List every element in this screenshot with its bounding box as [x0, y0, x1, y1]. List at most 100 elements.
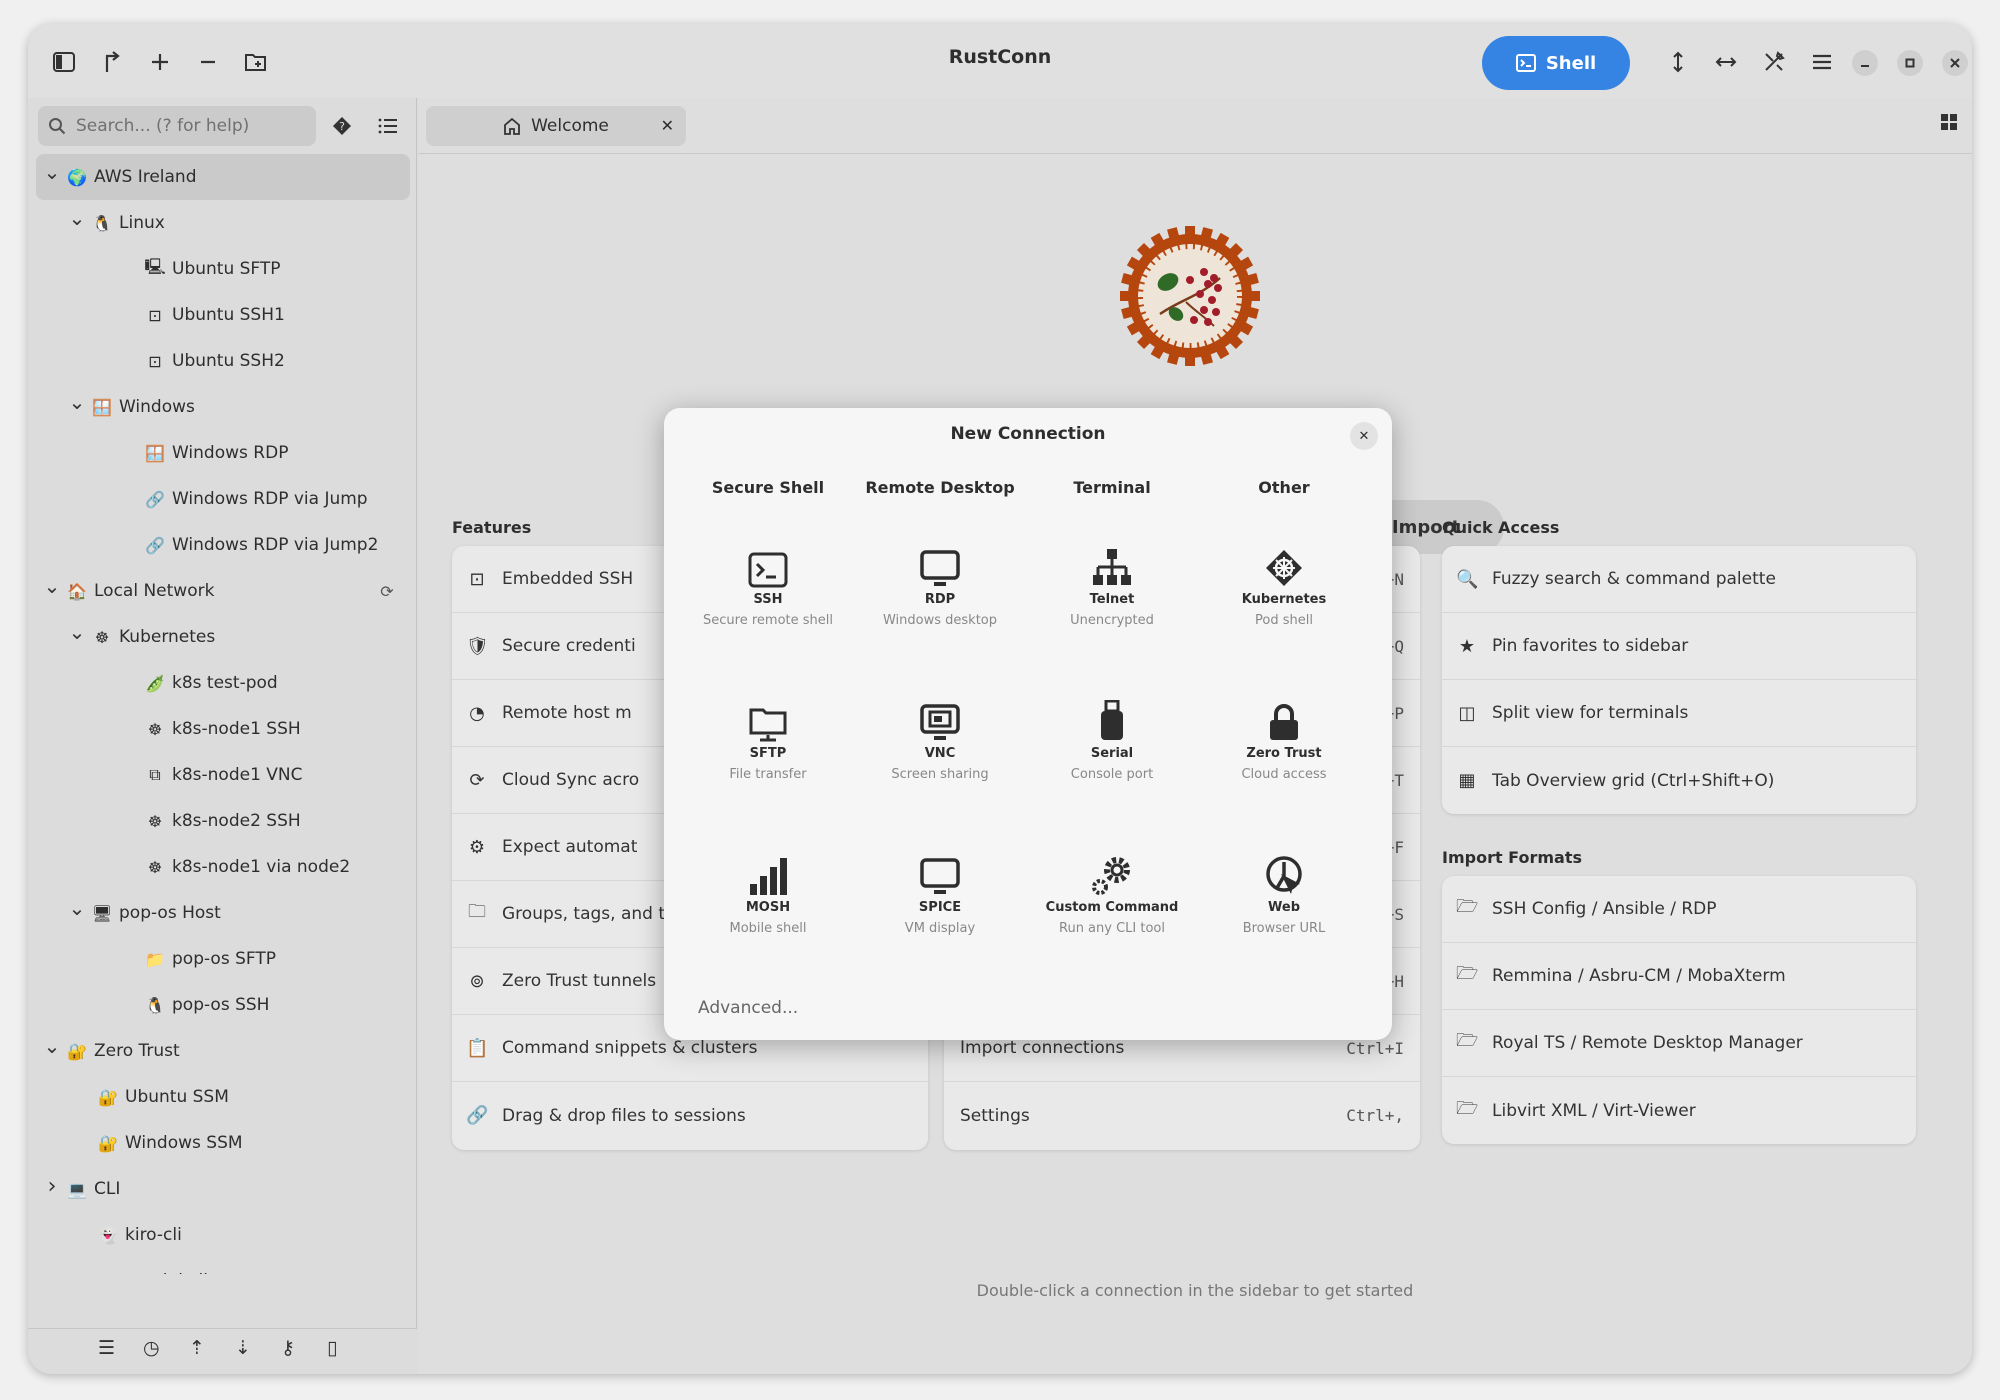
maximize-icon[interactable]	[1897, 50, 1923, 76]
tree-item[interactable]: 🔗 Windows RDP via Jump	[36, 476, 410, 522]
main-menu-icon[interactable]	[1802, 42, 1842, 82]
connection-type-telnet[interactable]: Telnet Unencrypted	[1026, 544, 1198, 628]
tree-item-label: Windows RDP via Jump	[172, 489, 368, 509]
tree-item[interactable]: 🪟 Windows RDP	[36, 430, 410, 476]
chevron-down-icon[interactable]: ⌄	[42, 1034, 62, 1058]
chevron-down-icon[interactable]: ⌄	[67, 390, 87, 414]
list-view-icon[interactable]	[368, 106, 408, 146]
connection-type-custom-command[interactable]: Custom Command Run any CLI tool	[1026, 852, 1198, 936]
column-heading: Secure Shell	[711, 478, 825, 497]
terminal-icon	[1515, 54, 1536, 72]
tab-overview-icon[interactable]	[1940, 112, 1958, 136]
recent-icon[interactable]: ◷	[143, 1337, 160, 1359]
list-icon[interactable]: ☰	[98, 1337, 115, 1359]
sync-icon[interactable]: ⟳	[376, 582, 398, 601]
advanced-link[interactable]: Advanced...	[698, 998, 798, 1018]
tree-item[interactable]: ☸ k8s-node2 SSH	[36, 798, 410, 844]
sftp-icon	[682, 698, 854, 742]
tree-item[interactable]: ⊡ Ubuntu SSH2	[36, 338, 410, 384]
list-row[interactable]: 🔗 Drag & drop files to sessions	[452, 1082, 928, 1149]
remove-icon[interactable]	[188, 42, 228, 82]
key-icon[interactable]: ⚷	[281, 1337, 295, 1359]
tree-item[interactable]: ⌄ 🐧 Linux	[36, 200, 410, 246]
list-row[interactable]: 🗁 Libvirt XML / Virt-Viewer	[1442, 1077, 1916, 1144]
tree-item[interactable]: ⊡ Ubuntu SSH1	[36, 292, 410, 338]
vnc-icon	[854, 698, 1026, 742]
list-row[interactable]: ★ Pin favorites to sidebar	[1442, 613, 1916, 680]
tree-item[interactable]: › 💻 CLI	[36, 1166, 410, 1212]
sidebar-toggle-icon[interactable]	[44, 42, 84, 82]
connection-type-zero-trust[interactable]: Zero Trust Cloud access	[1198, 698, 1370, 782]
sidebar-footer: ☰ ◷ ⇡ ⇣ ⚷ ▯	[28, 1328, 417, 1374]
row-label: Zero Trust tunnels	[502, 971, 657, 991]
list-row[interactable]: 🗁 Royal TS / Remote Desktop Manager	[1442, 1010, 1916, 1077]
tree-item[interactable]: ☸ k8s-node1 via node2	[36, 844, 410, 890]
chevron-down-icon[interactable]: ⌄	[67, 896, 87, 920]
tree-item-label: k8s-node1 VNC	[172, 765, 303, 785]
row-label: Pin favorites to sidebar	[1492, 636, 1689, 656]
sort-desc-icon[interactable]: ⇣	[235, 1337, 251, 1359]
chevron-down-icon[interactable]: ⌄	[42, 160, 62, 184]
add-icon[interactable]	[140, 42, 180, 82]
vertical-split-icon[interactable]	[1658, 42, 1698, 82]
tree-item[interactable]: ⌄ 🪟 Windows	[36, 384, 410, 430]
close-tab-icon[interactable]: ✕	[661, 116, 674, 135]
sort-asc-icon[interactable]: ⇡	[189, 1337, 205, 1359]
chevron-right-icon[interactable]: ›	[42, 1174, 62, 1199]
tree-item[interactable]: 🔐 Ubuntu SSM	[36, 1074, 410, 1120]
list-row[interactable]: Settings Ctrl+,	[944, 1082, 1420, 1149]
tree-item[interactable]: ♊ gemini-cli	[36, 1258, 410, 1274]
tree-item[interactable]: 🔐 Windows SSM	[36, 1120, 410, 1166]
tree-item[interactable]: ⌄ 🔐 Zero Trust	[36, 1028, 410, 1074]
tools-icon[interactable]	[1754, 42, 1794, 82]
tree-item[interactable]: ⌄ 🏠 Local Network ⟳	[36, 568, 410, 614]
tree-item[interactable]: 🔗 Windows RDP via Jump2	[36, 522, 410, 568]
shell-button[interactable]: Shell	[1482, 36, 1630, 90]
row-label: Expect automat	[502, 837, 638, 857]
tree-item[interactable]: ⧉ k8s-node1 VNC	[36, 752, 410, 798]
connection-type-rdp[interactable]: RDP Windows desktop	[854, 544, 1026, 628]
document-icon[interactable]: ▯	[327, 1337, 337, 1359]
row-label: Remote host m	[502, 703, 632, 723]
tree-item[interactable]: 🖳 Ubuntu SFTP	[36, 246, 410, 292]
search-input[interactable]: Search... (? for help)	[38, 106, 316, 146]
connection-type-sftp[interactable]: SFTP File transfer	[682, 698, 854, 782]
connection-type-web[interactable]: Web Browser URL	[1198, 852, 1370, 936]
list-row[interactable]: ◫ Split view for terminals	[1442, 680, 1916, 747]
tree-item[interactable]: ⌄ 🖥 pop-os Host	[36, 890, 410, 936]
connection-type-spice[interactable]: SPICE VM display	[854, 852, 1026, 936]
list-row[interactable]: 🔍 Fuzzy search & command palette	[1442, 546, 1916, 613]
list-row[interactable]: 🗁 Remmina / Asbru-CM / MobaXterm	[1442, 943, 1916, 1010]
chevron-down-icon[interactable]: ⌄	[67, 206, 87, 230]
connection-type-mosh[interactable]: MOSH Mobile shell	[682, 852, 854, 936]
connection-type-ssh[interactable]: SSH Secure remote shell	[682, 544, 854, 628]
tree-item[interactable]: 👻 kiro-cli	[36, 1212, 410, 1258]
connection-type-serial[interactable]: Serial Console port	[1026, 698, 1198, 782]
row-label: Remmina / Asbru-CM / MobaXterm	[1492, 966, 1786, 986]
close-dialog-icon[interactable]: ✕	[1350, 422, 1378, 450]
new-group-icon[interactable]	[236, 42, 276, 82]
connection-type-desc: Pod shell	[1255, 613, 1313, 628]
connection-type-desc: Secure remote shell	[703, 613, 833, 628]
connection-type-desc: Mobile shell	[729, 921, 807, 936]
list-row[interactable]: ▦ Tab Overview grid (Ctrl+Shift+O)	[1442, 747, 1916, 814]
close-window-icon[interactable]	[1942, 50, 1968, 76]
tree-item[interactable]: 📁 pop-os SFTP	[36, 936, 410, 982]
connection-type-kubernetes[interactable]: Kubernetes Pod shell	[1198, 544, 1370, 628]
filter-icon[interactable]: ?	[322, 106, 362, 146]
chevron-down-icon[interactable]: ⌄	[42, 574, 62, 598]
connection-type-desc: Windows desktop	[882, 613, 998, 628]
horizontal-split-icon[interactable]	[1706, 42, 1746, 82]
jump-icon[interactable]	[92, 42, 132, 82]
minimize-icon[interactable]	[1852, 50, 1878, 76]
tree-item-label: pop-os Host	[119, 903, 221, 923]
tree-item[interactable]: ☸ k8s-node1 SSH	[36, 706, 410, 752]
chevron-down-icon[interactable]: ⌄	[67, 620, 87, 644]
tree-item[interactable]: 🫛 k8s test-pod	[36, 660, 410, 706]
connection-type-vnc[interactable]: VNC Screen sharing	[854, 698, 1026, 782]
tree-item[interactable]: ⌄ ☸ Kubernetes	[36, 614, 410, 660]
tree-item[interactable]: 🐧 pop-os SSH	[36, 982, 410, 1028]
list-row[interactable]: 🗁 SSH Config / Ansible / RDP	[1442, 876, 1916, 943]
tab-welcome[interactable]: Welcome ✕	[426, 106, 686, 146]
tree-item[interactable]: ⌄ 🌍 AWS Ireland	[36, 154, 410, 200]
